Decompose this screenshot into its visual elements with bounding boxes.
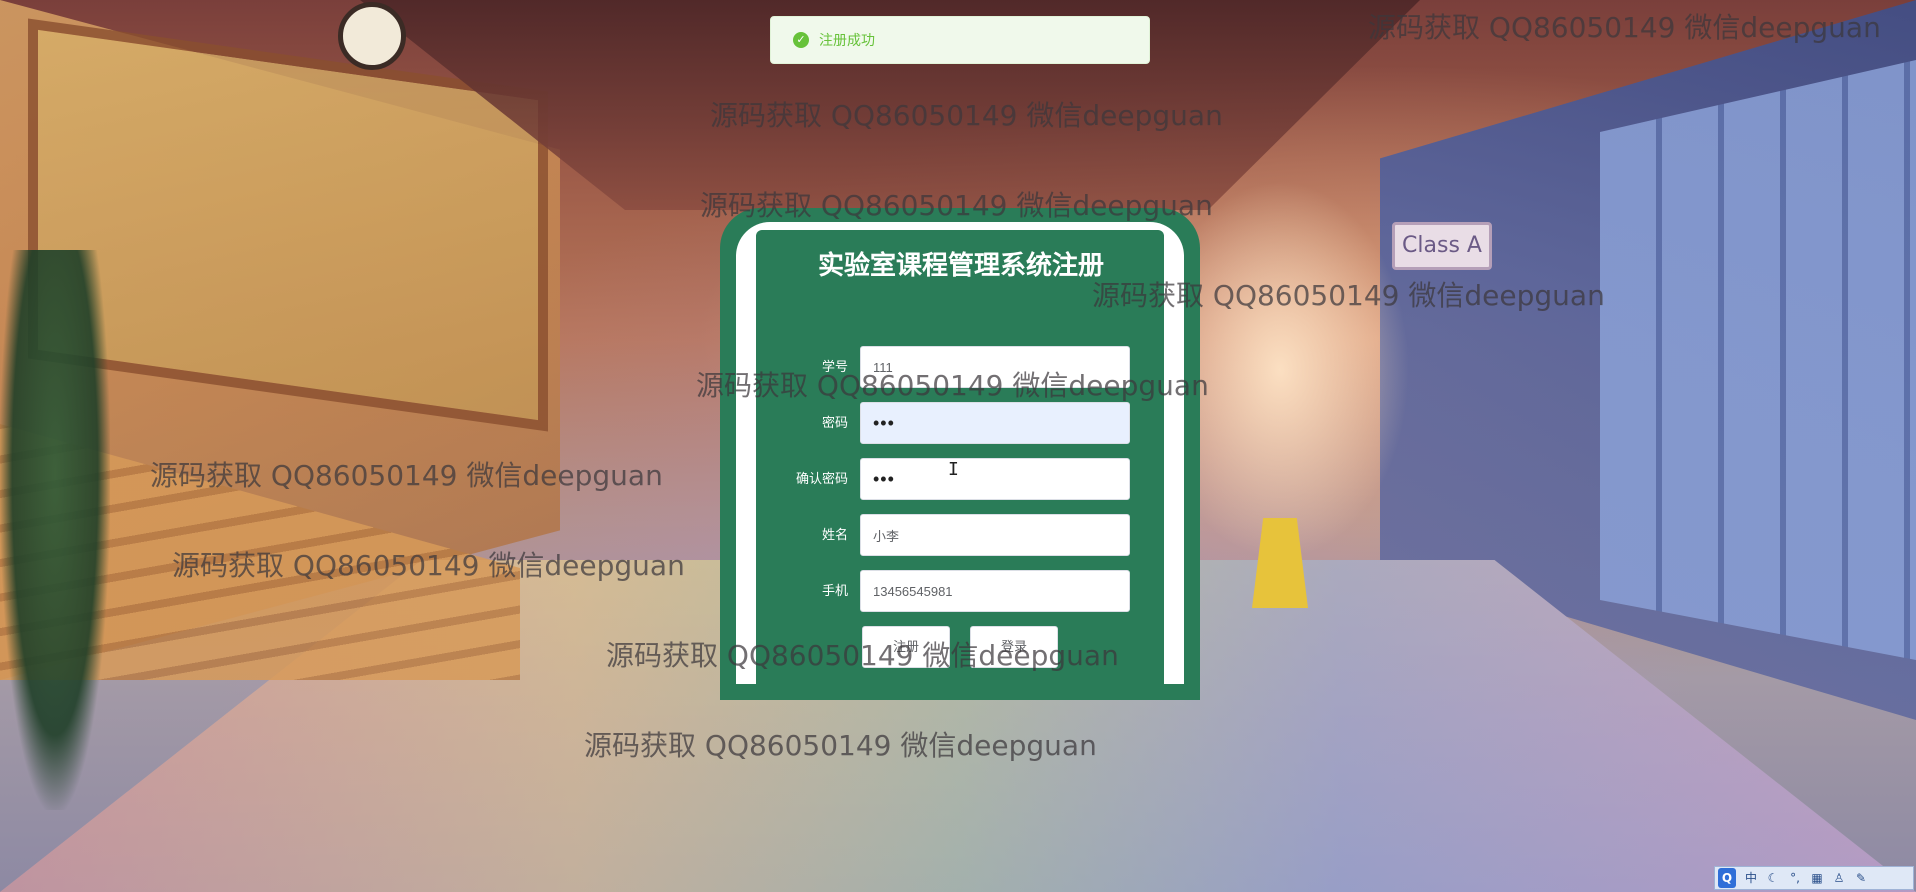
ime-punctuation-icon[interactable]: °, (1784, 868, 1806, 888)
confirm-password-input[interactable] (860, 458, 1130, 500)
phone-input[interactable] (860, 570, 1130, 612)
form-row-confirm-password: 确认密码 (756, 458, 1164, 500)
login-button[interactable]: 登录 (970, 626, 1058, 668)
plant-icon (0, 250, 110, 810)
ime-logo-icon[interactable]: Q (1718, 868, 1736, 888)
form-row-student-id: 学号 (756, 346, 1164, 388)
confirm-password-label: 确认密码 (795, 471, 848, 486)
ime-half-width-icon[interactable]: ☾ (1762, 868, 1784, 888)
clock-icon (338, 2, 406, 70)
ime-user-icon[interactable]: ♙ (1828, 868, 1850, 888)
form-row-phone: 手机 (756, 570, 1164, 612)
ime-toolbar[interactable]: Q 中 ☾ °, ▦ ♙ ✎ (1714, 866, 1914, 890)
student-id-label: 学号 (821, 359, 848, 374)
name-input[interactable] (860, 514, 1130, 556)
password-input[interactable] (860, 402, 1130, 444)
form-row-password: 密码 (756, 402, 1164, 444)
name-label: 姓名 (821, 527, 848, 542)
class-sign: Class A (1392, 222, 1492, 270)
ime-chinese-mode-icon[interactable]: 中 (1740, 868, 1762, 888)
phone-label: 手机 (821, 583, 848, 598)
student-id-input[interactable] (860, 346, 1130, 388)
check-circle-icon: ✓ (793, 32, 809, 48)
success-toast: ✓ 注册成功 (770, 16, 1150, 64)
ime-keyboard-icon[interactable]: ▦ (1806, 868, 1828, 888)
text-cursor-icon: I (948, 459, 959, 480)
ime-settings-icon[interactable]: ✎ (1850, 868, 1872, 888)
password-label: 密码 (821, 415, 848, 430)
background-lockers (1600, 60, 1916, 660)
register-button[interactable]: 注册 (862, 626, 950, 668)
toast-message: 注册成功 (819, 32, 875, 48)
form-row-name: 姓名 (756, 514, 1164, 556)
page-background: Class A 实验室课程管理系统注册 学号 密码 确认密码 姓名 手机 注册 … (0, 0, 1916, 892)
register-form: 实验室课程管理系统注册 学号 密码 确认密码 姓名 手机 注册 登录 (756, 230, 1164, 684)
register-title: 实验室课程管理系统注册 (817, 251, 1104, 281)
